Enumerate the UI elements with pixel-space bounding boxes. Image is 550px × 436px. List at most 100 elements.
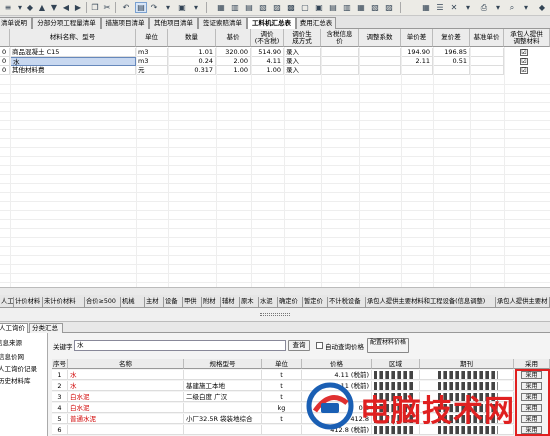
toolbar-icon[interactable]: ▥	[341, 2, 353, 13]
col-header-info[interactable]: 含税信息 价	[321, 29, 359, 47]
material-coef[interactable]	[359, 66, 401, 75]
lower-header-journal[interactable]: 期刊	[420, 359, 514, 369]
material-info[interactable]	[321, 66, 359, 75]
toolbar-icon[interactable]: ▾	[162, 2, 174, 13]
toolbar-icon[interactable]: ▣	[176, 2, 188, 13]
col-header-qty[interactable]: 数量	[168, 29, 216, 47]
result-spec[interactable]	[184, 370, 262, 380]
category-timber[interactable]: 原木	[240, 297, 259, 307]
material-base[interactable]: 320.00	[216, 48, 251, 57]
material-qty[interactable]: 0.24	[168, 57, 216, 66]
toolbar-icon[interactable]: ▤	[327, 2, 339, 13]
source-history-library[interactable]: 历史材料库	[0, 375, 31, 385]
result-unit[interactable]	[262, 425, 302, 435]
col-header-adj[interactable]: 调价 (不含税)	[251, 29, 284, 47]
excel-icon[interactable]: ✕	[448, 2, 460, 13]
result-spec[interactable]: 基建施工本地	[184, 381, 262, 391]
category-over-500[interactable]: 合价≥500	[85, 297, 121, 307]
col-header-unit[interactable]: 单位	[136, 29, 168, 47]
material-bench[interactable]	[470, 48, 504, 57]
result-spec[interactable]: 小厂32.5R 袋装地综合	[184, 414, 262, 424]
result-name[interactable]: 普通水泥	[68, 414, 184, 424]
lower-header-adopt[interactable]: 采用	[514, 359, 550, 369]
toolbar-icon[interactable]: ▨	[271, 2, 283, 13]
category-attached[interactable]: 附材	[202, 297, 221, 307]
toolbar-icon[interactable]: ▢	[299, 2, 311, 13]
lower-header-price[interactable]: 价格	[302, 359, 372, 369]
category-non-taxable[interactable]: 不计税设备	[328, 297, 366, 307]
result-spec[interactable]	[184, 425, 262, 435]
category-priced-material[interactable]: 计价材料	[14, 297, 43, 307]
category-contractor-info[interactable]: 承包人提供主要材料和工程设备(信息调整)	[366, 297, 496, 307]
toolbar-icon[interactable]: ▦	[215, 2, 227, 13]
result-unit[interactable]: kg	[262, 403, 302, 413]
eraser-icon[interactable]: ◆	[536, 2, 548, 13]
grid-icon[interactable]: ▦	[420, 2, 432, 13]
result-unit[interactable]: t	[262, 370, 302, 380]
result-unit[interactable]: t	[262, 392, 302, 402]
lower-header-name[interactable]: 名称	[68, 359, 184, 369]
col-header-coef[interactable]: 调整系数	[359, 29, 401, 47]
menu-icon[interactable]: ≡	[2, 2, 14, 13]
toolbar-icon[interactable]: ▨	[383, 2, 395, 13]
result-spec[interactable]: 二级白度 广汉	[184, 392, 262, 402]
lower-header-region[interactable]: 区域	[372, 359, 420, 369]
toolbar-icon[interactable]: ◆	[24, 2, 36, 13]
toolbar-icon[interactable]: ▦	[355, 2, 367, 13]
tab-cost-summary[interactable]: 费用汇总表	[296, 17, 336, 29]
toolbar-icon[interactable]: ◀	[60, 2, 72, 13]
toolbar-icon[interactable]: ▧	[369, 2, 381, 13]
contractor-checkbox[interactable]: ☑	[520, 67, 528, 74]
category-owner-supplied[interactable]: 甲供	[183, 297, 202, 307]
tab-other-items[interactable]: 其他项目清单	[149, 17, 198, 29]
match-price-button[interactable]: 配置材料价格	[367, 338, 409, 353]
category-fixed-price[interactable]: 确定价	[278, 297, 303, 307]
category-labor[interactable]: 人工	[0, 297, 14, 307]
toolbar-icon[interactable]: ▧	[257, 2, 269, 13]
result-unit[interactable]: t	[262, 381, 302, 391]
toolbar-icon[interactable]: ▣	[313, 2, 325, 13]
material-adj[interactable]: 4.11	[251, 57, 284, 66]
toolbar-icon[interactable]: ▥	[229, 2, 241, 13]
cut-icon[interactable]: ✂	[101, 2, 113, 13]
material-unit[interactable]: 元	[136, 66, 168, 75]
col-header-contractor[interactable]: 承包人提供 调整材料	[504, 29, 550, 47]
search-icon[interactable]: ⌕	[506, 2, 518, 13]
preview-icon[interactable]: ▾	[492, 2, 504, 13]
material-adj[interactable]: 514.90	[251, 48, 284, 57]
category-main-material[interactable]: 主材	[145, 297, 164, 307]
material-mode[interactable]: 录入	[284, 66, 321, 75]
col-header-mode[interactable]: 调价生 成方式	[284, 29, 321, 47]
source-info-price[interactable]: 信息价网	[0, 351, 24, 361]
category-machinery[interactable]: 机械	[121, 297, 145, 307]
result-no[interactable]: 4	[52, 403, 68, 413]
result-unit[interactable]: t	[262, 414, 302, 424]
material-unit[interactable]: m3	[136, 48, 168, 57]
toolbar-icon[interactable]: ▶	[72, 2, 84, 13]
result-no[interactable]: 2	[52, 381, 68, 391]
horizontal-scrollbar[interactable]	[0, 287, 550, 295]
material-unit[interactable]: m3	[136, 57, 168, 66]
result-name[interactable]: 水	[68, 370, 184, 380]
list-icon[interactable]: ☰	[434, 2, 446, 13]
result-name[interactable]	[68, 425, 184, 435]
tab-measures[interactable]: 措施项目清单	[101, 17, 149, 29]
toolbar-icon[interactable]: ▾	[190, 2, 202, 13]
tab-bill-notes[interactable]: 清单说明	[0, 17, 32, 29]
material-info[interactable]	[321, 57, 359, 66]
col-header-bench[interactable]: 基准单价	[470, 29, 504, 47]
tab-claims[interactable]: 签证索赔清单	[198, 17, 247, 29]
result-no[interactable]: 1	[52, 370, 68, 380]
contractor-checkbox[interactable]: ☑	[520, 58, 528, 65]
material-coef[interactable]	[359, 48, 401, 57]
material-bench[interactable]	[470, 57, 504, 66]
chart-icon[interactable]: ▾	[462, 2, 474, 13]
result-name[interactable]: 水	[68, 381, 184, 391]
category-contractor-main[interactable]: 承包人提供主要材	[496, 297, 550, 307]
material-coef[interactable]	[359, 57, 401, 66]
toolbar-icon[interactable]: ▤	[243, 2, 255, 13]
material-bench[interactable]	[470, 66, 504, 75]
result-no[interactable]: 6	[52, 425, 68, 435]
category-auxiliary[interactable]: 辅材	[221, 297, 240, 307]
col-header-name[interactable]: 材料名称、型号	[10, 29, 136, 47]
